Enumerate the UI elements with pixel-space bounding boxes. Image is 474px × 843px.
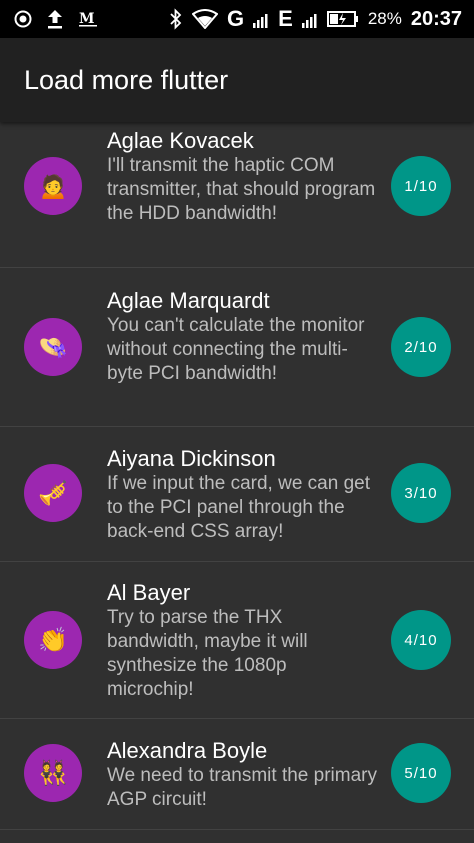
counter-badge: 1/10	[391, 156, 451, 216]
signal-icon	[253, 10, 269, 28]
message-preview: You can't calculate the monitor without …	[107, 315, 365, 384]
network-type-1: G	[227, 6, 245, 31]
avatar: 👒	[24, 318, 82, 376]
list-item[interactable]: 👯 Alexandra Boyle We need to transmit th…	[0, 719, 474, 830]
message-list[interactable]: 🙍 Aglae Kovacek I'll transmit the haptic…	[0, 122, 474, 843]
signal-icon	[301, 10, 318, 28]
message-preview: Try to parse the THX bandwidth, maybe it…	[107, 607, 308, 700]
svg-text:M: M	[79, 11, 95, 27]
contact-name: Alexandra Boyle	[107, 738, 268, 763]
battery-percent: 28%	[367, 9, 402, 28]
record-icon	[14, 10, 32, 28]
upload-icon	[46, 8, 64, 30]
clock-time: 20:37	[410, 7, 462, 30]
message-preview: We need to transmit the primary AGP circ…	[107, 765, 377, 810]
message-preview: If we input the card, we can get to the …	[107, 473, 370, 542]
avatar: 🎺	[24, 464, 82, 522]
gmail-icon: M	[78, 10, 98, 28]
bluetooth-icon	[169, 8, 183, 30]
status-bar: M G E 28% 20:37	[0, 0, 474, 38]
counter-badge: 4/10	[391, 610, 451, 670]
counter-badge: 2/10	[391, 317, 451, 377]
page-title: Load more flutter	[24, 64, 229, 95]
list-item[interactable]: 🎺 Aiyana Dickinson If we input the card,…	[0, 427, 474, 562]
contact-name: Aglae Marquardt	[107, 288, 270, 313]
message-preview: I'll transmit the haptic COM transmitter…	[107, 155, 376, 224]
network-type-2: E	[278, 6, 293, 31]
list-item[interactable]: 👏 Al Bayer Try to parse the THX bandwidt…	[0, 562, 474, 719]
wifi-icon	[192, 9, 218, 29]
list-item[interactable]: 🙍 Aglae Kovacek I'll transmit the haptic…	[0, 122, 474, 268]
counter-badge: 5/10	[391, 743, 451, 803]
contact-name: Al Bayer	[107, 580, 191, 605]
avatar: 👏	[24, 611, 82, 669]
app-bar: Load more flutter	[0, 38, 474, 122]
counter-badge: 3/10	[391, 463, 451, 523]
battery-charging-icon	[326, 10, 359, 28]
avatar: 🙍	[24, 157, 82, 215]
contact-name: Aglae Kovacek	[107, 128, 254, 153]
avatar: 👯	[24, 744, 82, 802]
contact-name: Aiyana Dickinson	[107, 446, 276, 471]
list-item[interactable]: 👒 Aglae Marquardt You can't calculate th…	[0, 268, 474, 427]
